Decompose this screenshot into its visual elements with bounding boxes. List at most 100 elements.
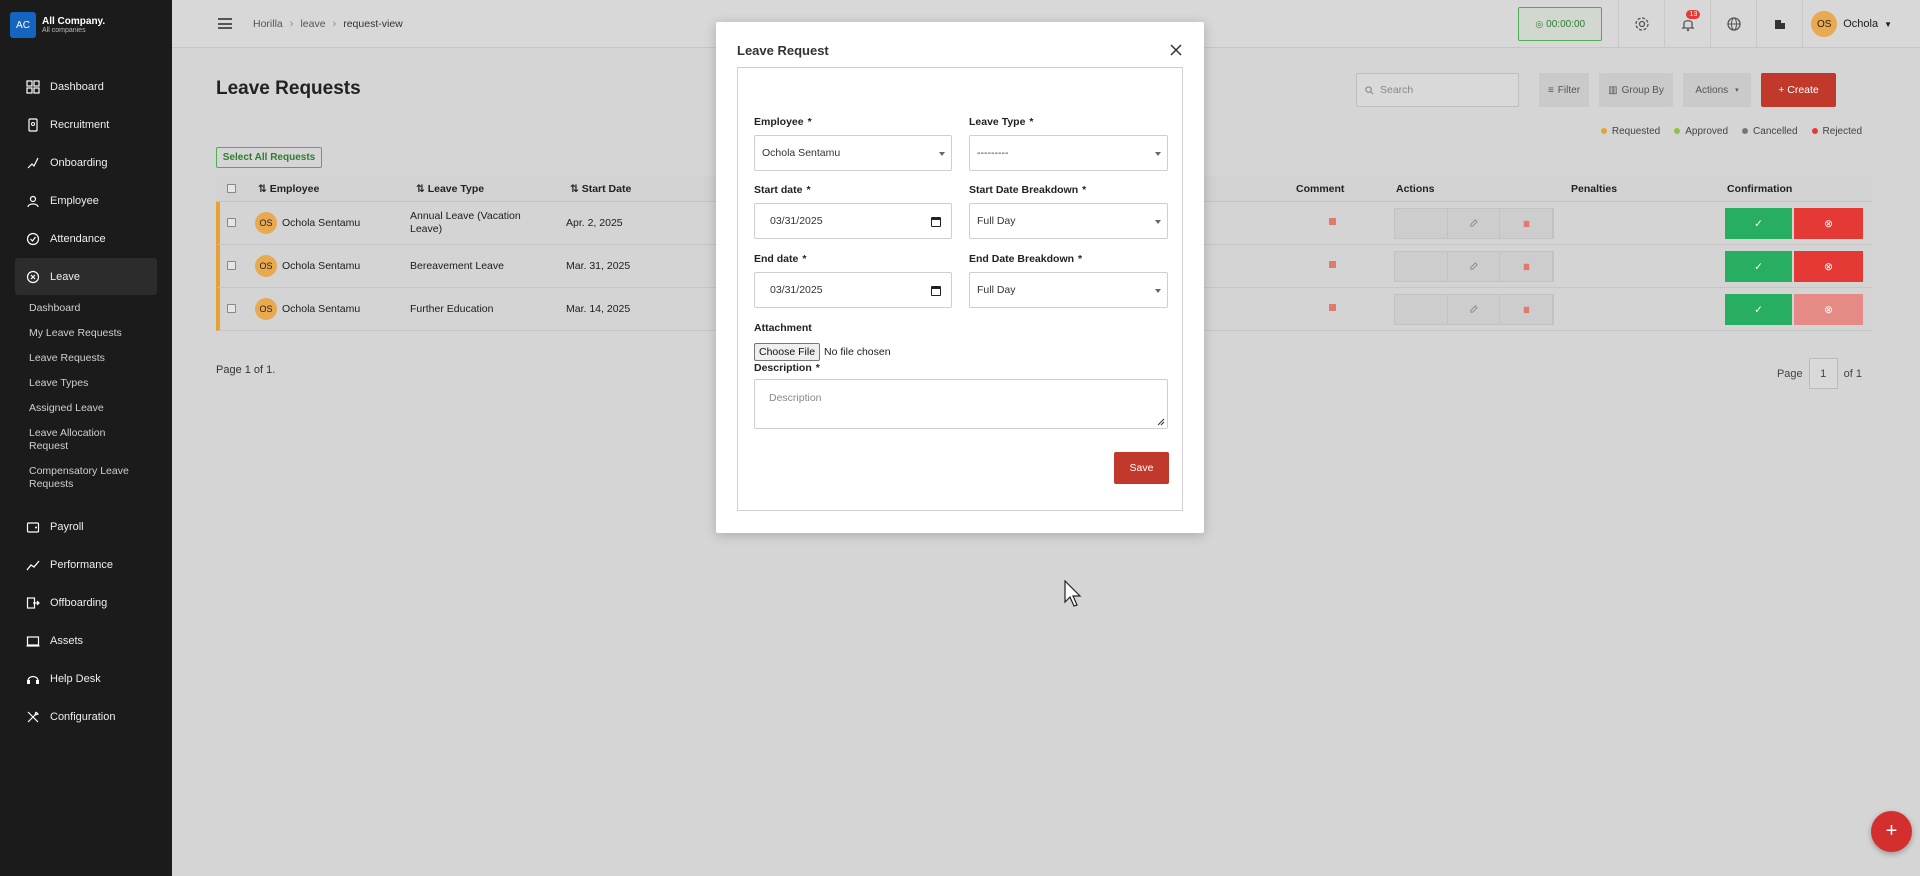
chevron-right-icon: › xyxy=(332,17,337,30)
breadcrumb-item[interactable]: leave xyxy=(300,18,325,30)
column-start-date[interactable]: ⇅ Start Date xyxy=(570,183,631,195)
close-icon[interactable] xyxy=(1168,42,1184,58)
row-checkbox[interactable] xyxy=(227,218,236,227)
confirmation-buttons: ✓ ⊗ xyxy=(1725,251,1863,282)
row-checkbox[interactable] xyxy=(227,304,236,313)
clock-in-timer[interactable]: ◎ 00:00:00 xyxy=(1518,7,1603,41)
end-date-input[interactable]: 03/31/2025 xyxy=(754,272,952,308)
filter-button[interactable]: ≡ Filter xyxy=(1539,73,1589,107)
subnav-item-assigned-leave[interactable]: Assigned Leave xyxy=(29,402,129,415)
pagination: Page 1 of 1 xyxy=(1777,358,1862,389)
employee-label: Employee * xyxy=(754,116,812,128)
subnav-item-my-leave-requests[interactable]: My Leave Requests xyxy=(29,327,129,340)
subnav-item-leave-allocation-request[interactable]: Leave Allocation Request xyxy=(29,427,129,453)
actions-dropdown[interactable]: Actions ▾ xyxy=(1683,73,1751,107)
comment-icon[interactable] xyxy=(1328,303,1337,315)
approve-button[interactable]: ✓ xyxy=(1725,294,1792,325)
comment-icon[interactable] xyxy=(1328,260,1337,272)
row-actions xyxy=(1394,294,1554,325)
sidebar-item-offboarding[interactable]: Offboarding xyxy=(15,584,157,621)
approve-button[interactable]: ✓ xyxy=(1725,251,1792,282)
sidebar-item-employee[interactable]: Employee xyxy=(15,182,157,219)
user-menu[interactable]: OS Ochola ▼ xyxy=(1802,0,1920,48)
confirmation-buttons: ✓ ⊗ xyxy=(1725,208,1863,239)
delete-icon[interactable] xyxy=(1500,209,1554,238)
search-input[interactable]: Search xyxy=(1356,73,1519,107)
company-button[interactable] xyxy=(1756,0,1802,48)
row-actions xyxy=(1394,208,1554,239)
edit-icon[interactable] xyxy=(1448,209,1501,238)
legend-requested[interactable]: Requested xyxy=(1600,126,1660,137)
legend-cancelled[interactable]: Cancelled xyxy=(1742,126,1798,137)
end-breakdown-value: Full Day xyxy=(977,284,1016,296)
column-employee[interactable]: ⇅ Employee xyxy=(258,183,319,195)
legend-approved[interactable]: Approved xyxy=(1674,126,1728,137)
hamburger-menu-icon[interactable] xyxy=(218,18,232,29)
subnav-item-compensatory-leave-requests[interactable]: Compensatory Leave Requests xyxy=(29,465,129,491)
approve-button[interactable]: ✓ xyxy=(1725,208,1792,239)
delete-icon[interactable] xyxy=(1500,252,1554,281)
page-number-input[interactable]: 1 xyxy=(1808,358,1838,389)
delete-icon[interactable] xyxy=(1500,295,1554,324)
reject-button[interactable]: ⊗ xyxy=(1794,251,1863,282)
choose-file-button[interactable]: Choose File xyxy=(754,343,821,361)
performance-icon xyxy=(25,557,40,572)
resize-handle-icon[interactable] xyxy=(1156,417,1165,426)
sidebar-item-assets[interactable]: Assets xyxy=(15,622,157,659)
quick-add-button[interactable]: + xyxy=(1871,811,1912,852)
select-all-checkbox[interactable] xyxy=(227,184,236,193)
select-all-requests-button[interactable]: Select All Requests xyxy=(216,147,322,168)
company-switcher[interactable]: AC All Company. All companies xyxy=(0,0,172,50)
edit-icon[interactable] xyxy=(1448,252,1501,281)
leave-type-label: Leave Type * xyxy=(969,116,1034,128)
sidebar-item-label: Dashboard xyxy=(50,80,104,93)
avatar: OS xyxy=(255,212,277,234)
breadcrumb-item[interactable]: Horilla xyxy=(253,18,283,30)
reject-button[interactable]: ⊗ xyxy=(1794,208,1863,239)
legend-rejected[interactable]: Rejected xyxy=(1811,126,1862,137)
subnav-item-leave-types[interactable]: Leave Types xyxy=(29,377,129,390)
comment-icon[interactable] xyxy=(1328,217,1337,229)
sidebar-item-performance[interactable]: Performance xyxy=(15,546,157,583)
sidebar: AC All Company. All companies Dashboard … xyxy=(0,0,172,876)
group-by-button[interactable]: ▥ Group By xyxy=(1599,73,1673,107)
notifications-button[interactable]: 13 xyxy=(1664,0,1710,48)
language-button[interactable] xyxy=(1710,0,1756,48)
start-breakdown-select[interactable]: Full Day xyxy=(969,203,1168,239)
leave-type-select[interactable]: --------- xyxy=(969,135,1168,171)
start-date-input[interactable]: 03/31/2025 xyxy=(754,203,952,239)
reject-button[interactable]: ⊗ xyxy=(1794,294,1863,325)
end-breakdown-select[interactable]: Full Day xyxy=(969,272,1168,308)
employee-select[interactable]: Ochola Sentamu xyxy=(754,135,952,171)
column-leave-type[interactable]: ⇅ Leave Type xyxy=(416,183,484,195)
subnav-item-dashboard[interactable]: Dashboard xyxy=(29,302,129,315)
caret-down-icon: ▼ xyxy=(1884,19,1892,29)
create-button[interactable]: + Create xyxy=(1761,73,1836,107)
description-textarea[interactable]: Description xyxy=(754,379,1168,429)
sort-icon: ⇅ xyxy=(416,182,428,195)
sidebar-item-recruitment[interactable]: Recruitment xyxy=(15,106,157,143)
caret-down-icon xyxy=(1155,289,1161,293)
chevron-right-icon: › xyxy=(289,17,294,30)
sidebar-item-attendance[interactable]: Attendance xyxy=(15,220,157,257)
settings-button[interactable] xyxy=(1618,0,1664,48)
sidebar-item-payroll[interactable]: Payroll xyxy=(15,508,157,545)
sidebar-item-configuration[interactable]: Configuration xyxy=(15,698,157,735)
sidebar-item-onboarding[interactable]: Onboarding xyxy=(15,144,157,181)
row-checkbox[interactable] xyxy=(227,261,236,270)
leave-request-modal: Leave Request Employee * Ochola Sentamu L… xyxy=(716,22,1204,533)
calendar-icon[interactable] xyxy=(931,217,941,227)
sidebar-item-dashboard[interactable]: Dashboard xyxy=(15,68,157,105)
page-total: of 1 xyxy=(1843,367,1862,380)
subnav-item-leave-requests[interactable]: Leave Requests xyxy=(29,352,129,365)
sidebar-item-leave[interactable]: Leave xyxy=(15,258,157,295)
calendar-icon[interactable] xyxy=(931,286,941,296)
leave-icon xyxy=(25,269,40,284)
modal-title: Leave Request xyxy=(737,43,829,58)
sidebar-item-label: Help Desk xyxy=(50,672,101,685)
sidebar-item-help-desk[interactable]: Help Desk xyxy=(15,660,157,697)
edit-icon[interactable] xyxy=(1448,295,1501,324)
avatar: OS xyxy=(255,255,277,277)
save-button[interactable]: Save xyxy=(1114,452,1169,484)
user-name: Ochola xyxy=(1843,18,1879,30)
